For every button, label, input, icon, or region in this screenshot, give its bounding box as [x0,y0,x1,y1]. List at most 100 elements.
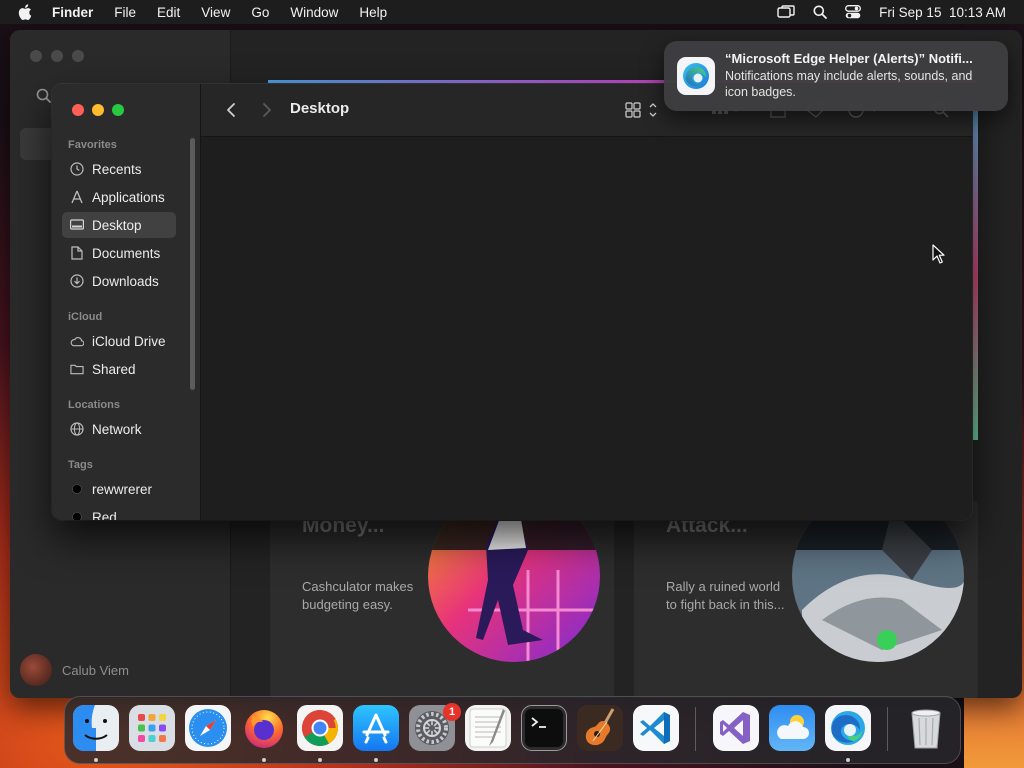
sidebar-scrollbar[interactable] [190,138,195,390]
window-controls [72,104,124,116]
dock-running-indicator [318,758,322,762]
notification-banner[interactable]: “Microsoft Edge Helper (Alerts)” Notifi.… [664,41,1008,111]
dock-running-indicator [94,758,98,762]
dock-textedit-icon[interactable] [465,705,511,751]
minimize-button[interactable] [92,104,104,116]
dock-garageband-icon[interactable] [577,705,623,751]
app-store-account[interactable]: Calub Viem [20,654,129,686]
sidebar-item-label: Desktop [92,217,142,233]
app-card-game[interactable]: Attack... Rally a ruined world to fight … [634,500,978,698]
dock-trash-icon[interactable] [903,705,949,751]
search-icon [36,88,52,104]
control-center-icon[interactable] [845,5,862,19]
finder-window: Favorites Recents Applications Desktop D… [52,84,972,520]
app-card-artwork [428,500,600,662]
menu-file[interactable]: File [114,5,136,20]
back-button[interactable] [223,100,241,120]
sidebar-item-shared[interactable]: Shared [62,356,176,382]
sidebar-item-downloads[interactable]: Downloads [62,268,176,294]
notification-body: Notifications may include alerts, sounds… [725,69,973,99]
chevron-left-icon [227,103,235,117]
tag-dot-icon [70,510,84,520]
clock-icon [70,162,84,176]
app-card-cashculator[interactable]: Money... Cashculator makes budgeting eas… [270,500,614,698]
dock-safari-icon[interactable] [185,705,231,751]
dock-microsoft-edge-icon[interactable] [825,705,871,751]
dock-firefox-icon[interactable] [241,705,287,751]
applications-icon [70,190,84,204]
forward-button[interactable] [257,100,275,120]
dock: 1 [64,696,961,764]
featured-banner-side [972,110,978,440]
sidebar-item-documents[interactable]: Documents [62,240,176,266]
avatar [20,654,52,686]
dock-chrome-icon[interactable] [297,705,343,751]
desktop-icon [70,218,84,232]
menu-help[interactable]: Help [359,5,387,20]
microsoft-edge-icon [677,57,715,95]
screen-mirroring-icon[interactable] [777,5,795,19]
menu-edit[interactable]: Edit [157,5,180,20]
window-controls-inactive [30,50,84,62]
menu-go[interactable]: Go [251,5,269,20]
sidebar-item-label: Documents [92,245,161,261]
menu-window[interactable]: Window [290,5,338,20]
sidebar-item-label: rewwrerer [92,481,153,497]
dock-separator [887,707,888,751]
mouse-cursor-icon [932,244,946,269]
sidebar-item-label: iCloud Drive [92,333,166,349]
menu-bar: Finder File Edit View Go Window Help Fri… [0,0,1024,24]
sidebar-item-tag-rewwrerer[interactable]: rewwrerer [62,476,176,502]
sidebar-item-label: Network [92,421,142,437]
chevron-right-icon [263,103,271,117]
sidebar-item-applications[interactable]: Applications [62,184,176,210]
sidebar-item-desktop[interactable]: Desktop [62,212,176,238]
finder-content-area[interactable] [201,137,972,520]
dock-weather-icon[interactable] [769,705,815,751]
zoom-button[interactable] [72,50,84,62]
icon-grid-icon [625,102,657,118]
globe-icon [70,422,84,436]
sidebar-item-network[interactable]: Network [62,416,176,442]
spotlight-search-icon[interactable] [813,5,828,19]
menu-view[interactable]: View [201,5,230,20]
cloud-icon [70,334,84,348]
window-title: Desktop [290,100,350,117]
sidebar-section-favorites: Favorites [68,139,117,151]
close-button[interactable] [30,50,42,62]
sidebar-item-label: Shared [92,361,136,377]
sidebar-section-icloud: iCloud [68,311,103,323]
dock-visual-studio-icon[interactable] [713,705,759,751]
dock-separator [695,707,696,751]
dock-running-indicator [374,758,378,762]
dock-running-indicator [846,758,850,762]
dock-vscode-icon[interactable] [633,705,679,751]
sidebar-item-label: Recents [92,161,142,177]
sidebar-item-tag-red[interactable]: Red [62,504,176,520]
sidebar-item-recents[interactable]: Recents [62,156,176,182]
zoom-button[interactable] [112,104,124,116]
shared-folder-icon [70,362,84,376]
app-card-description: Rally a ruined world to fight back in th… [666,579,785,612]
sidebar-item-label: Red [92,509,117,521]
menu-clock[interactable]: Fri Sep 15 10:13 AM [879,5,1006,20]
download-icon [70,274,84,288]
user-name: Calub Viem [62,662,129,678]
minimize-button[interactable] [51,50,63,62]
notification-badge: 1 [443,703,461,721]
dock-launchpad-icon[interactable] [129,705,175,751]
document-icon [70,246,84,260]
dock-running-indicator [262,758,266,762]
menu-app-name[interactable]: Finder [52,5,93,20]
dock-app-store-icon[interactable] [353,705,399,751]
dock-finder-icon[interactable] [73,705,119,751]
sidebar-item-label: Downloads [92,273,159,289]
sidebar-item-label: Applications [92,189,165,205]
close-button[interactable] [72,104,84,116]
view-mode-button[interactable] [625,101,661,124]
apple-menu-icon[interactable] [18,4,36,20]
app-card-description: Cashculator makes budgeting easy. [302,579,414,612]
finder-sidebar: Favorites Recents Applications Desktop D… [52,84,201,520]
dock-terminal-icon[interactable] [521,705,567,751]
sidebar-item-icloud-drive[interactable]: iCloud Drive [62,328,176,354]
